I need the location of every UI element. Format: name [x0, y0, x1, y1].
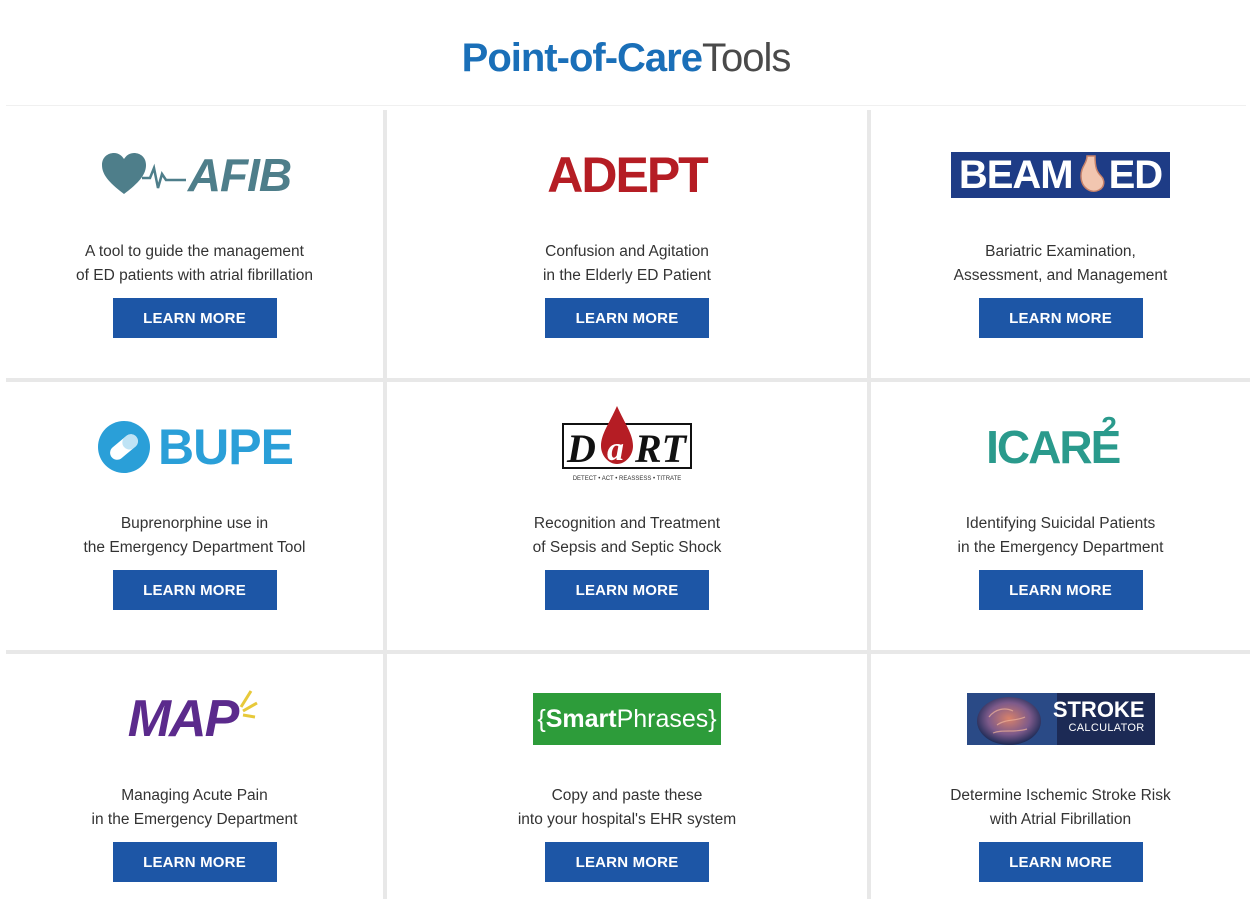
- map-desc-line1: Managing Acute Pain: [121, 787, 268, 804]
- icare-description: Identifying Suicidal Patients in the Eme…: [958, 512, 1164, 564]
- smartphrases-logo: { Smart Phrases }: [387, 654, 867, 784]
- dart-desc-line1: Recognition and Treatment: [533, 515, 721, 532]
- page-header: Point-of-CareTools: [6, 10, 1246, 106]
- beamed-logo-text-a: BEAM: [958, 152, 1074, 197]
- tool-card-beamed: BEAM ED Bariatric Examination, Assessmen…: [871, 110, 1250, 378]
- spark-icon: [240, 690, 259, 719]
- stroke-logo-banner: STROKE CALCULATOR: [966, 693, 1155, 745]
- tool-card-afib: AFIB A tool to guide the management of E…: [6, 110, 383, 378]
- dart-logo-text-b: a: [607, 431, 624, 468]
- icare-learn-more-button[interactable]: LEARN MORE: [978, 570, 1143, 610]
- beamed-desc-line1: Bariatric Examination,: [985, 243, 1136, 260]
- stroke-logo-text: STROKE CALCULATOR: [1053, 699, 1145, 735]
- page: Point-of-CareTools AFIB A tool to guide …: [0, 0, 1250, 901]
- stroke-learn-more-button[interactable]: LEARN MORE: [978, 842, 1143, 882]
- afib-learn-more-button[interactable]: LEARN MORE: [112, 298, 277, 338]
- dart-logo-text-c: RT: [634, 426, 688, 471]
- beamed-desc-line2: Assessment, and Management: [953, 267, 1168, 284]
- beamed-learn-more-button[interactable]: LEARN MORE: [978, 298, 1143, 338]
- stroke-logo-text-b: CALCULATOR: [1068, 722, 1145, 734]
- smartphrases-logo-text-a: Smart: [545, 704, 617, 733]
- icare-desc-line1: Identifying Suicidal Patients: [965, 515, 1156, 532]
- map-description: Managing Acute Pain in the Emergency Dep…: [92, 784, 298, 836]
- bupe-logo-text: BUPE: [158, 419, 294, 475]
- tool-card-smartphrases: { Smart Phrases } Copy and paste these i…: [387, 654, 867, 901]
- adept-learn-more-button[interactable]: LEARN MORE: [545, 298, 709, 338]
- afib-description: A tool to guide the management of ED pat…: [76, 240, 313, 292]
- smartphrases-learn-more-button[interactable]: LEARN MORE: [545, 842, 709, 882]
- icare-logo: ICARE 2: [871, 382, 1250, 512]
- dart-logo-tagline: DETECT • ACT • REASSESS • TITRATE: [573, 476, 682, 482]
- stroke-logo: STROKE CALCULATOR: [871, 654, 1250, 784]
- tool-card-adept: ADEPT Confusion and Agitation in the Eld…: [387, 110, 867, 378]
- heart-ecg-icon: [101, 153, 186, 194]
- dart-logo-graphic: D a RT DETECT • ACT • REASSESS • TITRATE: [562, 406, 692, 482]
- adept-desc-line2: in the Elderly ED Patient: [542, 267, 711, 284]
- tool-card-map: MAP Managing Acute Pain in the Emergency…: [6, 654, 383, 901]
- page-title-light: Tools: [701, 35, 791, 80]
- bupe-learn-more-button[interactable]: LEARN MORE: [112, 570, 277, 610]
- beamed-logo: BEAM ED: [871, 110, 1250, 240]
- map-desc-line2: in the Emergency Department: [91, 811, 298, 828]
- map-logo-text: MAP: [127, 690, 240, 748]
- adept-desc-line1: Confusion and Agitation: [545, 243, 709, 260]
- pill-icon: [98, 421, 151, 473]
- page-title: Point-of-CareTools: [461, 35, 792, 80]
- smartphrases-logo-text-b: Phrases: [616, 704, 709, 733]
- map-learn-more-button[interactable]: LEARN MORE: [112, 842, 277, 882]
- dart-description: Recognition and Treatment of Sepsis and …: [533, 512, 722, 564]
- afib-logo: AFIB: [6, 110, 383, 240]
- tool-card-dart: D a RT DETECT • ACT • REASSESS • TITRATE…: [387, 382, 867, 650]
- bupe-desc-line1: Buprenorphine use in: [120, 515, 269, 532]
- bupe-logo: BUPE: [6, 382, 383, 512]
- smartphrases-brace-close: }: [708, 704, 717, 733]
- tool-card-bupe: BUPE Buprenorphine use in the Emergency …: [6, 382, 383, 650]
- stroke-desc-line1: Determine Ischemic Stroke Risk: [950, 787, 1171, 804]
- icare-logo-text: ICARE: [986, 421, 1121, 473]
- smartphrases-logo-banner: { Smart Phrases }: [533, 693, 721, 745]
- stroke-logo-text-a: STROKE: [1052, 697, 1145, 722]
- adept-logo-text: ADEPT: [547, 147, 708, 203]
- afib-desc-line2: of ED patients with atrial fibrillation: [76, 267, 313, 284]
- beamed-logo-banner: BEAM ED: [950, 152, 1171, 198]
- dart-logo-text-a: D: [566, 426, 596, 471]
- dart-learn-more-button[interactable]: LEARN MORE: [545, 570, 709, 610]
- dart-desc-line2: of Sepsis and Septic Shock: [532, 539, 722, 556]
- adept-logo: ADEPT: [387, 110, 867, 240]
- adept-description: Confusion and Agitation in the Elderly E…: [543, 240, 711, 292]
- bupe-desc-line2: the Emergency Department Tool: [83, 539, 306, 556]
- page-title-strong: Point-of-Care: [461, 35, 703, 80]
- stroke-description: Determine Ischemic Stroke Risk with Atri…: [950, 784, 1171, 836]
- dart-logo: D a RT DETECT • ACT • REASSESS • TITRATE: [387, 382, 867, 512]
- afib-logo-text: AFIB: [187, 149, 292, 201]
- stomach-icon: [1079, 155, 1105, 192]
- smartphrases-description: Copy and paste these into your hospital'…: [518, 784, 736, 836]
- bupe-description: Buprenorphine use in the Emergency Depar…: [84, 512, 306, 564]
- map-logo: MAP: [6, 654, 383, 784]
- icare-desc-line2: in the Emergency Department: [957, 539, 1164, 556]
- tools-grid: AFIB A tool to guide the management of E…: [6, 110, 1250, 901]
- stroke-desc-line2: with Atrial Fibrillation: [989, 811, 1132, 828]
- tool-card-stroke: STROKE CALCULATOR Determine Ischemic Str…: [871, 654, 1250, 901]
- afib-desc-line1: A tool to guide the management: [85, 243, 304, 260]
- icare-logo-superscript: 2: [1101, 411, 1117, 442]
- beamed-description: Bariatric Examination, Assessment, and M…: [954, 240, 1168, 292]
- smartphrases-desc-line2: into your hospital's EHR system: [517, 811, 737, 828]
- smartphrases-brace-open: {: [537, 704, 546, 733]
- brain-icon: [966, 693, 1057, 745]
- smartphrases-desc-line1: Copy and paste these: [551, 787, 703, 804]
- tool-card-icare: ICARE 2 Identifying Suicidal Patients in…: [871, 382, 1250, 650]
- beamed-logo-text-b: ED: [1108, 152, 1164, 197]
